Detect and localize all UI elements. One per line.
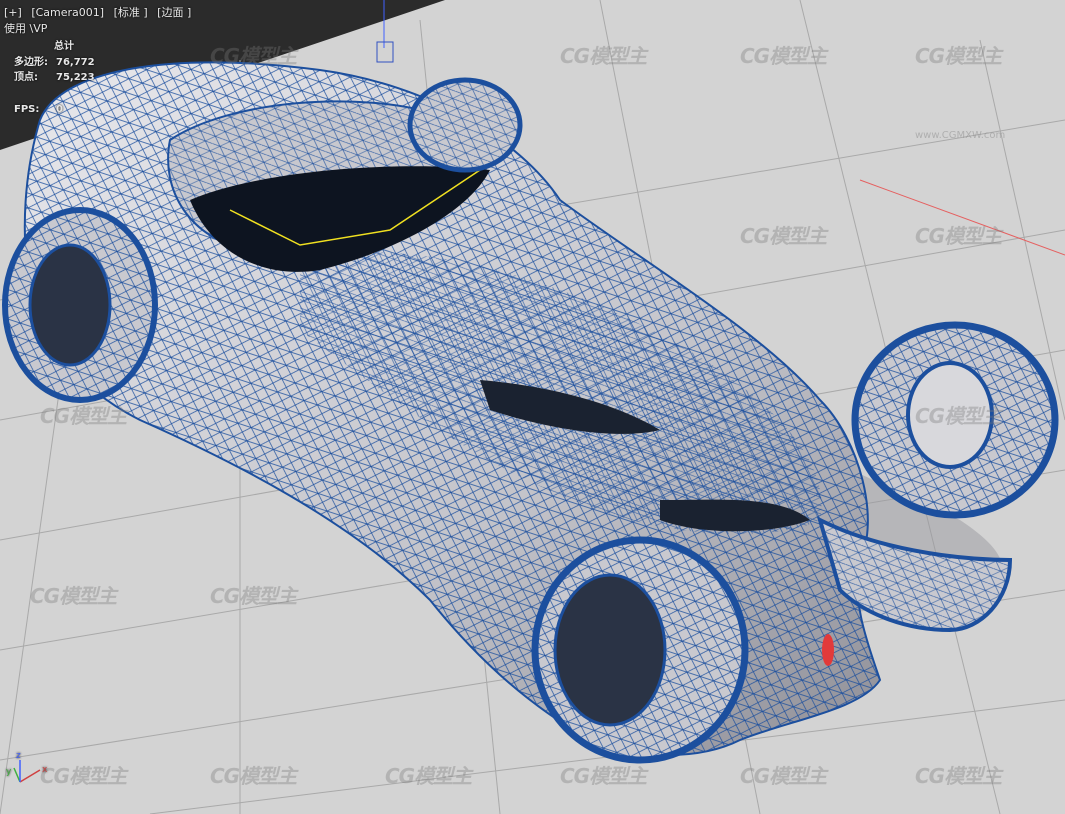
watermark-url: www.CGMXW.com <box>915 130 1006 141</box>
viewport-edge-menu[interactable]: [边面 ] <box>157 6 191 19</box>
stats-polygons-label: 多边形: <box>14 57 48 68</box>
stats-vertices-label: 顶点: <box>14 72 38 83</box>
wheel-rear-left <box>2 207 158 403</box>
viewport-camera-menu[interactable]: [Camera001] <box>31 6 104 19</box>
stats-polygons: 多边形: 76,772 <box>14 56 95 69</box>
viewport-general-menu[interactable]: [+] <box>4 6 22 19</box>
stats-fps: FPS: 0 <box>14 103 63 116</box>
selected-vertex-marker <box>822 634 834 666</box>
stats-header: 总计 <box>54 41 74 52</box>
stats-vertices-value: 75,223 <box>56 72 95 83</box>
viewport-label-menu: [+] [Camera001] [标准 ] [边面 ] <box>4 6 197 19</box>
stats-fps-label: FPS: <box>14 104 40 115</box>
stats-vertices: 顶点: 75,223 <box>14 71 95 84</box>
axis-x-label: x <box>42 765 48 775</box>
viewport-vp-label: 使用 \VP <box>4 22 48 35</box>
wheel-front-right <box>851 321 1059 519</box>
3d-viewport[interactable]: CG模型主 CG模型主 CG模型主 CG模型主 CG模型主 CG模型主 CG模型… <box>0 0 1065 814</box>
stats-fps-value: 0 <box>56 104 63 115</box>
axis-y-label: y <box>6 767 12 777</box>
viewport-shading-menu[interactable]: [标准 ] <box>114 6 148 19</box>
wheel-front-left <box>531 536 749 764</box>
stats-polygons-value: 76,772 <box>56 57 95 68</box>
wheel-rear-right <box>407 77 523 173</box>
viewport-scene[interactable] <box>0 0 1065 814</box>
axis-z-label: z <box>16 751 21 761</box>
